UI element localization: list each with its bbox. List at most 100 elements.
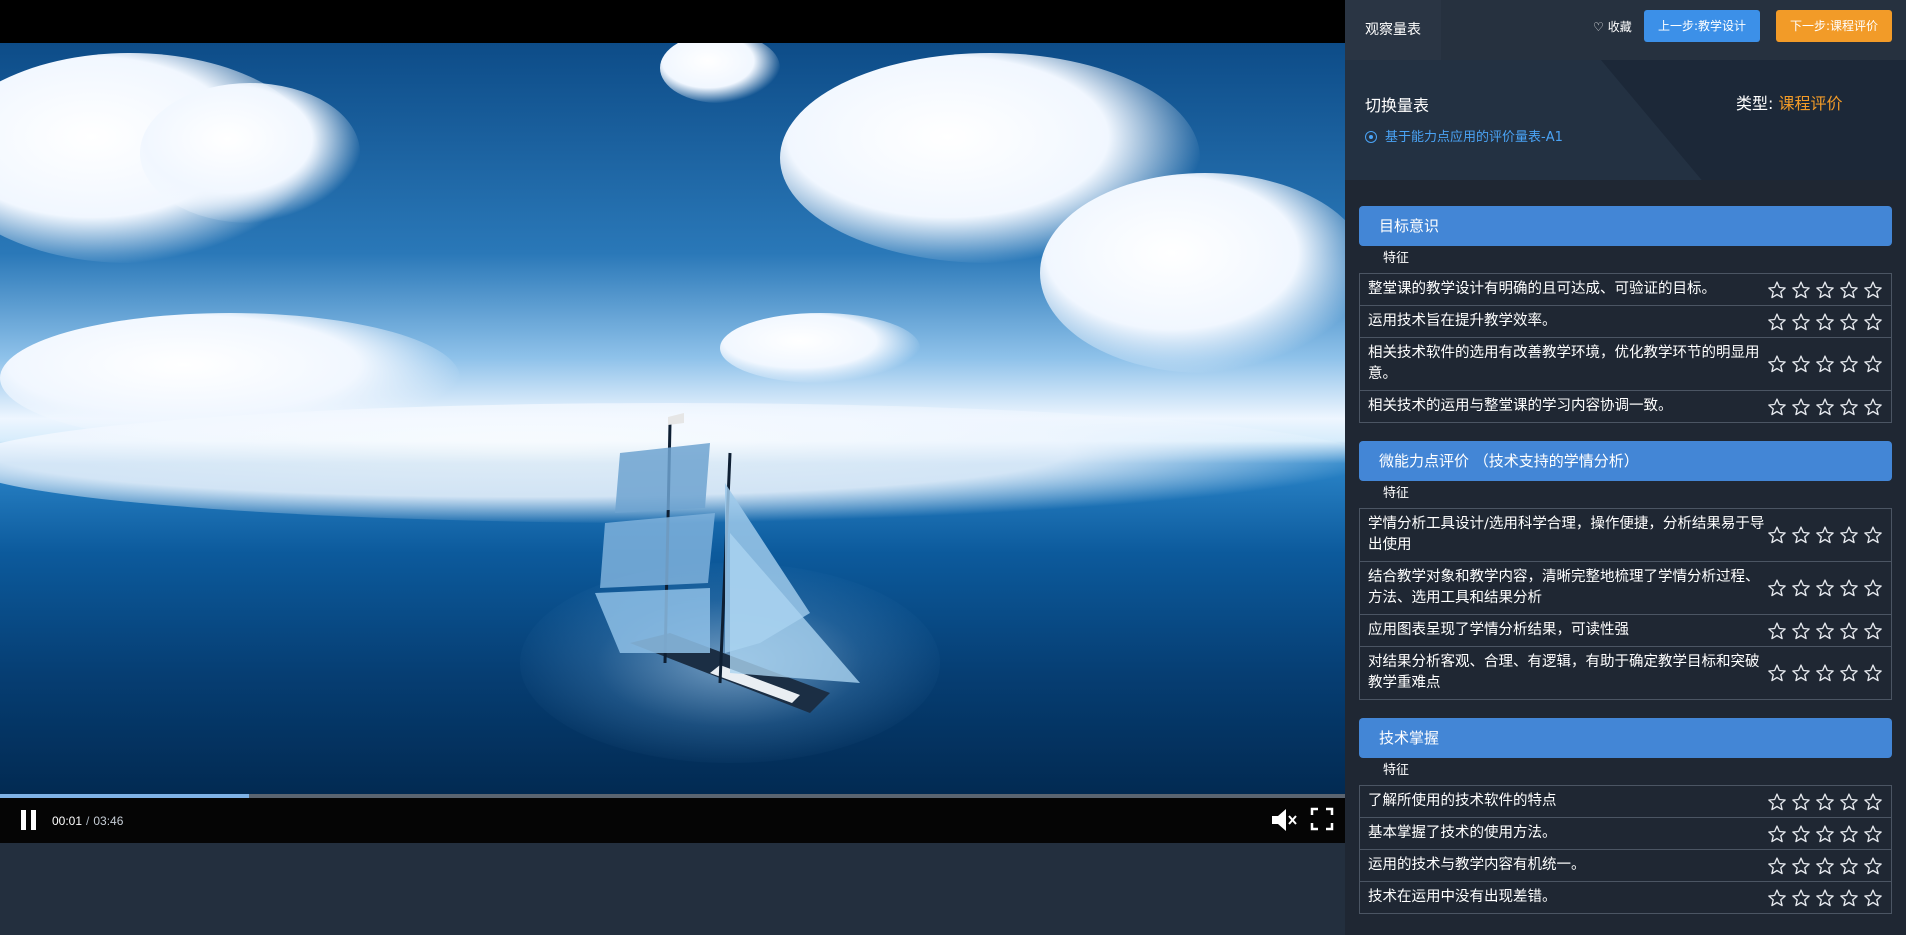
star-outline-icon[interactable] [1839, 888, 1859, 908]
star-outline-icon[interactable] [1791, 354, 1811, 374]
star-outline-icon[interactable] [1839, 663, 1859, 683]
pause-icon[interactable] [18, 808, 40, 832]
star-outline-icon[interactable] [1791, 663, 1811, 683]
star-outline-icon[interactable] [1839, 856, 1859, 876]
star-rating [1767, 888, 1891, 908]
observation-panel: 观察量表 ♡ 收藏 上一步:教学设计 下一步:课程评价 切换量表 基于能力点应用的… [1345, 0, 1906, 935]
type-value: 课程评价 [1778, 94, 1843, 113]
star-rating [1767, 354, 1891, 374]
star-outline-icon[interactable] [1767, 312, 1787, 332]
fullscreen-icon[interactable] [1310, 807, 1334, 831]
star-outline-icon[interactable] [1839, 824, 1859, 844]
time-display: 00:01/03:46 [52, 814, 123, 828]
star-outline-icon[interactable] [1791, 397, 1811, 417]
star-outline-icon[interactable] [1863, 578, 1883, 598]
scale-option-radio[interactable]: 基于能力点应用的评价量表-A1 [1365, 126, 1563, 145]
star-outline-icon[interactable] [1863, 354, 1883, 374]
section-header: 技术掌握 [1359, 718, 1892, 758]
favorite-button[interactable]: ♡ 收藏 [1593, 18, 1632, 35]
video-frame[interactable] [0, 43, 1345, 794]
star-outline-icon[interactable] [1815, 792, 1835, 812]
star-outline-icon[interactable] [1815, 525, 1835, 545]
star-outline-icon[interactable] [1767, 792, 1787, 812]
video-controls: 00:01/03:46 [0, 798, 1345, 843]
star-outline-icon[interactable] [1791, 312, 1811, 332]
star-outline-icon[interactable] [1815, 824, 1835, 844]
star-outline-icon[interactable] [1839, 792, 1859, 812]
volume-mute-icon[interactable] [1270, 807, 1298, 833]
star-outline-icon[interactable] [1791, 280, 1811, 300]
star-outline-icon[interactable] [1863, 397, 1883, 417]
star-outline-icon[interactable] [1863, 621, 1883, 641]
next-step-button[interactable]: 下一步:课程评价 [1776, 10, 1893, 42]
star-outline-icon[interactable] [1767, 354, 1787, 374]
star-outline-icon[interactable] [1767, 280, 1787, 300]
criteria-text: 对结果分析客观、合理、有逻辑，有助于确定教学目标和突破教学重难点 [1368, 654, 1760, 691]
star-outline-icon[interactable] [1863, 312, 1883, 332]
star-outline-icon[interactable] [1767, 397, 1787, 417]
star-outline-icon[interactable] [1839, 397, 1859, 417]
star-outline-icon[interactable] [1839, 280, 1859, 300]
evaluation-section: 技术掌握 特征 了解所使用的技术软件的特点 基本掌握了技术的使用方法。 运用的技术与教学… [1359, 718, 1892, 914]
star-outline-icon[interactable] [1767, 525, 1787, 545]
video-player[interactable]: 00:01/03:46 [0, 0, 1345, 843]
star-outline-icon[interactable] [1815, 621, 1835, 641]
criteria-row: 学情分析工具设计/选用科学合理，操作便捷，分析结果易于导出使用 [1359, 509, 1892, 562]
prev-step-button[interactable]: 上一步:教学设计 [1644, 10, 1761, 42]
criteria-text: 学情分析工具设计/选用科学合理，操作便捷，分析结果易于导出使用 [1368, 516, 1765, 553]
criteria-row: 相关技术的运用与整堂课的学习内容协调一致。 [1359, 391, 1892, 423]
star-outline-icon[interactable] [1767, 663, 1787, 683]
feature-label: 特征 [1383, 251, 1410, 266]
star-outline-icon[interactable] [1863, 824, 1883, 844]
star-outline-icon[interactable] [1791, 578, 1811, 598]
star-rating [1767, 792, 1891, 812]
current-time: 00:01 [52, 814, 83, 828]
panel-topbar: 观察量表 ♡ 收藏 上一步:教学设计 下一步:课程评价 [1345, 0, 1906, 60]
star-outline-icon[interactable] [1767, 621, 1787, 641]
tab-observation-scale[interactable]: 观察量表 [1345, 0, 1441, 60]
star-outline-icon[interactable] [1863, 856, 1883, 876]
star-outline-icon[interactable] [1767, 578, 1787, 598]
criteria-text: 基本掌握了技术的使用方法。 [1368, 825, 1557, 841]
heart-icon: ♡ [1593, 20, 1604, 34]
star-outline-icon[interactable] [1863, 792, 1883, 812]
star-outline-icon[interactable] [1839, 312, 1859, 332]
star-outline-icon[interactable] [1815, 280, 1835, 300]
star-outline-icon[interactable] [1767, 856, 1787, 876]
star-outline-icon[interactable] [1791, 792, 1811, 812]
evaluation-section: 微能力点评价 （技术支持的学情分析） 特征 学情分析工具设计/选用科学合理，操作便捷… [1359, 441, 1892, 700]
star-outline-icon[interactable] [1863, 280, 1883, 300]
star-outline-icon[interactable] [1791, 525, 1811, 545]
star-outline-icon[interactable] [1767, 888, 1787, 908]
star-outline-icon[interactable] [1815, 888, 1835, 908]
star-outline-icon[interactable] [1863, 888, 1883, 908]
star-rating [1767, 663, 1891, 683]
star-outline-icon[interactable] [1839, 578, 1859, 598]
star-outline-icon[interactable] [1791, 888, 1811, 908]
star-outline-icon[interactable] [1839, 354, 1859, 374]
star-outline-icon[interactable] [1815, 578, 1835, 598]
star-outline-icon[interactable] [1791, 856, 1811, 876]
criteria-text: 相关技术的运用与整堂课的学习内容协调一致。 [1368, 398, 1673, 414]
cloud [660, 43, 780, 103]
scale-option-label: 基于能力点应用的评价量表-A1 [1385, 130, 1563, 145]
criteria-text: 运用技术旨在提升教学效率。 [1368, 313, 1557, 329]
star-outline-icon[interactable] [1863, 525, 1883, 545]
star-outline-icon[interactable] [1791, 621, 1811, 641]
star-outline-icon[interactable] [1815, 663, 1835, 683]
evaluation-section: 目标意识 特征 整堂课的教学设计有明确的且可达成、可验证的目标。 运用技术旨在提升教学… [1359, 206, 1892, 423]
evaluation-sections: 目标意识 特征 整堂课的教学设计有明确的且可达成、可验证的目标。 运用技术旨在提升教学… [1359, 206, 1892, 932]
criteria-text: 了解所使用的技术软件的特点 [1368, 793, 1557, 809]
star-outline-icon[interactable] [1767, 824, 1787, 844]
time-separator: / [86, 814, 90, 828]
star-outline-icon[interactable] [1863, 663, 1883, 683]
criteria-row: 技术在运用中没有出现差错。 [1359, 882, 1892, 914]
star-outline-icon[interactable] [1815, 354, 1835, 374]
cloud [140, 83, 360, 223]
star-outline-icon[interactable] [1839, 621, 1859, 641]
star-outline-icon[interactable] [1839, 525, 1859, 545]
star-outline-icon[interactable] [1791, 824, 1811, 844]
star-outline-icon[interactable] [1815, 397, 1835, 417]
star-outline-icon[interactable] [1815, 312, 1835, 332]
star-outline-icon[interactable] [1815, 856, 1835, 876]
